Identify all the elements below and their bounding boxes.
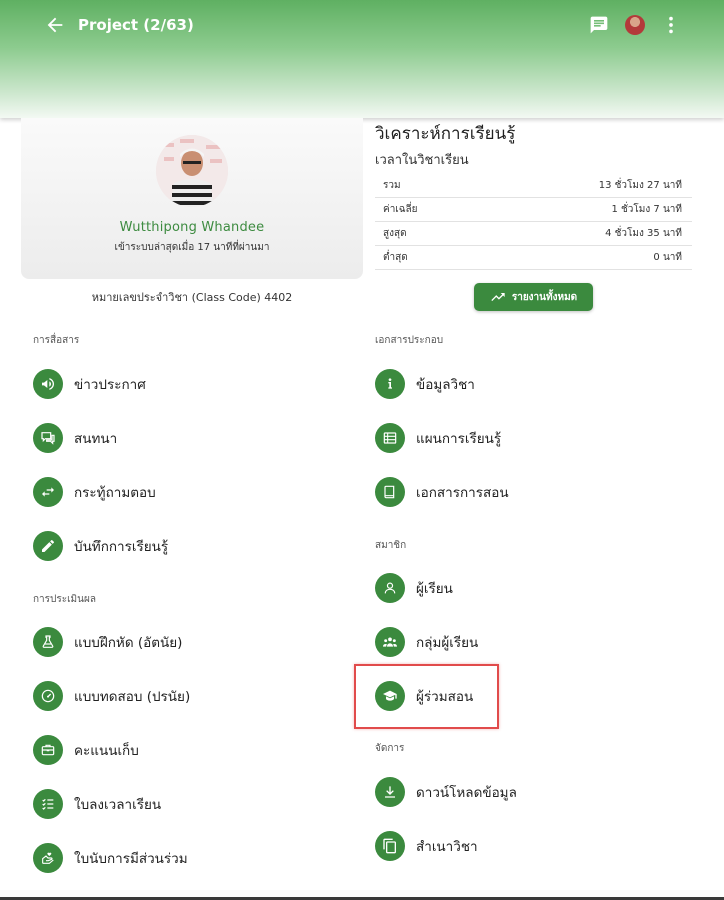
stat-row: สูงสุด 4 ชั่วโมง 35 นาที [375,222,692,246]
section-label-communication: การสื่อสาร [33,335,80,346]
menu-item-label: ข่าวประกาศ [74,377,146,393]
menu-item-label: สำเนาวิชา [416,839,478,855]
stat-value: 4 ชั่วโมง 35 นาที [605,228,682,239]
menu-item-participation[interactable]: ใบนับการมีส่วนร่วม [33,838,188,878]
stat-label: สูงสุด [383,228,407,239]
chat-bubbles-icon [33,423,63,453]
stat-value: 13 ชั่วโมง 27 นาที [598,180,682,191]
menu-item-label: กลุ่มผู้เรียน [416,635,479,651]
swap-arrows-icon [33,477,63,507]
gauge-icon [33,681,63,711]
last-login-text: เข้าระบบล่าสุดเมื่อ 17 นาทีที่ผ่านมา [114,242,270,253]
menu-item-learning-journal[interactable]: บันทึกการเรียนรู้ [33,526,168,566]
menu-item-student-groups[interactable]: กลุ่มผู้เรียน [375,622,478,662]
menu-item-teaching-docs[interactable]: เอกสารการสอน [375,472,509,512]
class-code: หมายเลขประจำวิชา (Class Code) 4402 [91,291,293,304]
menu-item-label: ผู้เรียน [416,581,453,597]
report-all-label: รายงานทั้งหมด [511,291,578,303]
stat-row: ต่ำสุด 0 นาที [375,246,692,270]
download-icon [375,777,405,807]
section-label-documents: เอกสารประกอบ [375,335,444,346]
users-group-icon [375,627,405,657]
profile-name: Wutthipong Whandee [119,220,265,235]
menu-item-scores[interactable]: คะแนนเก็บ [33,730,139,770]
menu-item-chat[interactable]: สนทนา [33,418,117,458]
copy-icon [375,831,405,861]
menu-item-course-info[interactable]: ข้อมูลวิชา [375,364,475,404]
page-title: Project (2/63) [78,16,194,34]
back-arrow-icon[interactable] [44,14,66,36]
stat-value: 1 ชั่วโมง 7 นาที [611,204,682,215]
app-bar: Project (2/63) [0,0,724,118]
menu-item-label: แบบทดสอบ (ปรนัย) [74,689,191,705]
flask-icon [33,627,63,657]
more-vert-icon[interactable] [660,14,682,36]
info-icon [375,369,405,399]
section-label-manage: จัดการ [375,743,405,754]
chat-icon[interactable] [589,15,609,35]
menu-item-label: ใบนับการมีส่วนร่วม [74,851,188,867]
user-icon [375,573,405,603]
trending-up-icon [491,293,505,301]
menu-item-label: กระทู้ถามตอบ [74,485,156,501]
menu-item-label: บันทึกการเรียนรู้ [74,539,169,555]
checklist-icon [33,789,63,819]
menu-item-students[interactable]: ผู้เรียน [375,568,453,608]
menu-item-label: แผนการเรียนรู้ [416,431,502,447]
book-icon [375,477,405,507]
menu-item-label: เอกสารการสอน [416,485,509,501]
stat-row: รวม 13 ชั่วโมง 27 นาที [375,174,692,198]
menu-item-label: ดาวน์โหลดข้อมูล [416,785,517,801]
profile-card: Wutthipong Whandee เข้าระบบล่าสุดเมื่อ 1… [21,118,363,279]
menu-item-exercise[interactable]: แบบฝึกหัด (อัตนัย) [33,622,182,662]
highlight-box [354,664,499,729]
analytics-subtitle: เวลาในวิชาเรียน [375,153,469,168]
table-list-icon [375,423,405,453]
menu-item-quiz[interactable]: แบบทดสอบ (ปรนัย) [33,676,190,716]
menu-item-label: สนทนา [74,431,118,447]
report-all-button[interactable]: รายงานทั้งหมด [474,283,593,311]
section-label-members: สมาชิก [375,540,407,551]
profile-photo [156,135,228,207]
megaphone-icon [33,369,63,399]
user-avatar[interactable] [625,15,645,35]
menu-item-attendance[interactable]: ใบลงเวลาเรียน [33,784,161,824]
menu-item-qa-board[interactable]: กระทู้ถามตอบ [33,472,156,512]
stat-label: ต่ำสุด [383,252,408,263]
menu-item-announcements[interactable]: ข่าวประกาศ [33,364,146,404]
section-label-assessment: การประเมินผล [33,594,96,605]
stat-label: รวม [383,180,401,191]
stat-value: 0 นาที [653,252,682,263]
menu-item-label: ข้อมูลวิชา [416,377,475,393]
menu-item-label: ใบลงเวลาเรียน [74,797,162,813]
menu-item-copy-course[interactable]: สำเนาวิชา [375,826,478,866]
stat-label: ค่าเฉลี่ย [383,204,418,215]
menu-item-label: คะแนนเก็บ [74,743,139,759]
analytics-title: วิเคราะห์การเรียนรู้ [375,124,516,144]
menu-item-label: แบบฝึกหัด (อัตนัย) [74,635,183,651]
menu-item-download-data[interactable]: ดาวน์โหลดข้อมูล [375,772,517,812]
time-stats-table: รวม 13 ชั่วโมง 27 นาที ค่าเฉลี่ย 1 ชั่วโ… [375,174,692,270]
menu-item-lesson-plan[interactable]: แผนการเรียนรู้ [375,418,501,458]
stat-row: ค่าเฉลี่ย 1 ชั่วโมง 7 นาที [375,198,692,222]
briefcase-icon [33,735,63,765]
hand-heart-icon [33,843,63,873]
pencil-icon [33,531,63,561]
